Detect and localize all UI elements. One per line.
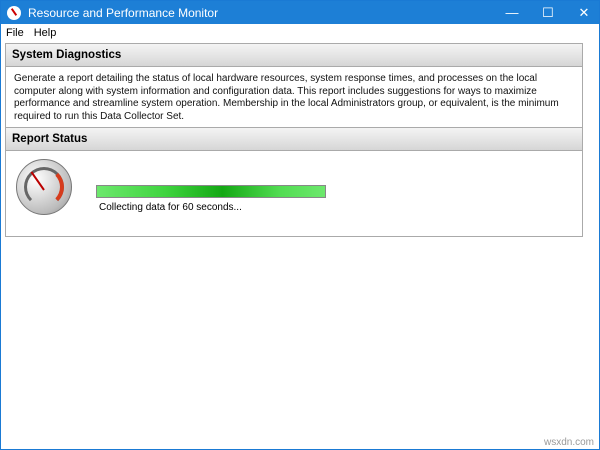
progress-bar	[96, 185, 326, 198]
diagnostics-description: Generate a report detailing the status o…	[14, 73, 559, 122]
panel-heading: System Diagnostics	[6, 44, 582, 67]
maximize-button[interactable]: ☐	[533, 5, 563, 21]
menu-help[interactable]: Help	[34, 27, 57, 39]
status-text: Collecting data for 60 seconds...	[99, 202, 242, 213]
close-button[interactable]: ✕	[569, 5, 599, 21]
watermark: wsxdn.com	[543, 437, 594, 448]
performance-monitor-icon	[7, 5, 21, 20]
panel-heading: Report Status	[6, 128, 582, 151]
minimize-button[interactable]: —	[497, 5, 527, 20]
window-title: Resource and Performance Monitor	[28, 5, 219, 20]
title-bar: Resource and Performance Monitor — ☐ ✕	[1, 1, 599, 24]
report-status-panel: Report Status Collecting data for 60 sec…	[5, 127, 583, 237]
menu-bar: File Help	[1, 24, 599, 41]
app-window: Resource and Performance Monitor — ☐ ✕ F…	[0, 0, 600, 450]
menu-file[interactable]: File	[6, 27, 24, 39]
gauge-icon	[16, 159, 72, 215]
system-diagnostics-panel: System Diagnostics Generate a report det…	[5, 43, 583, 130]
